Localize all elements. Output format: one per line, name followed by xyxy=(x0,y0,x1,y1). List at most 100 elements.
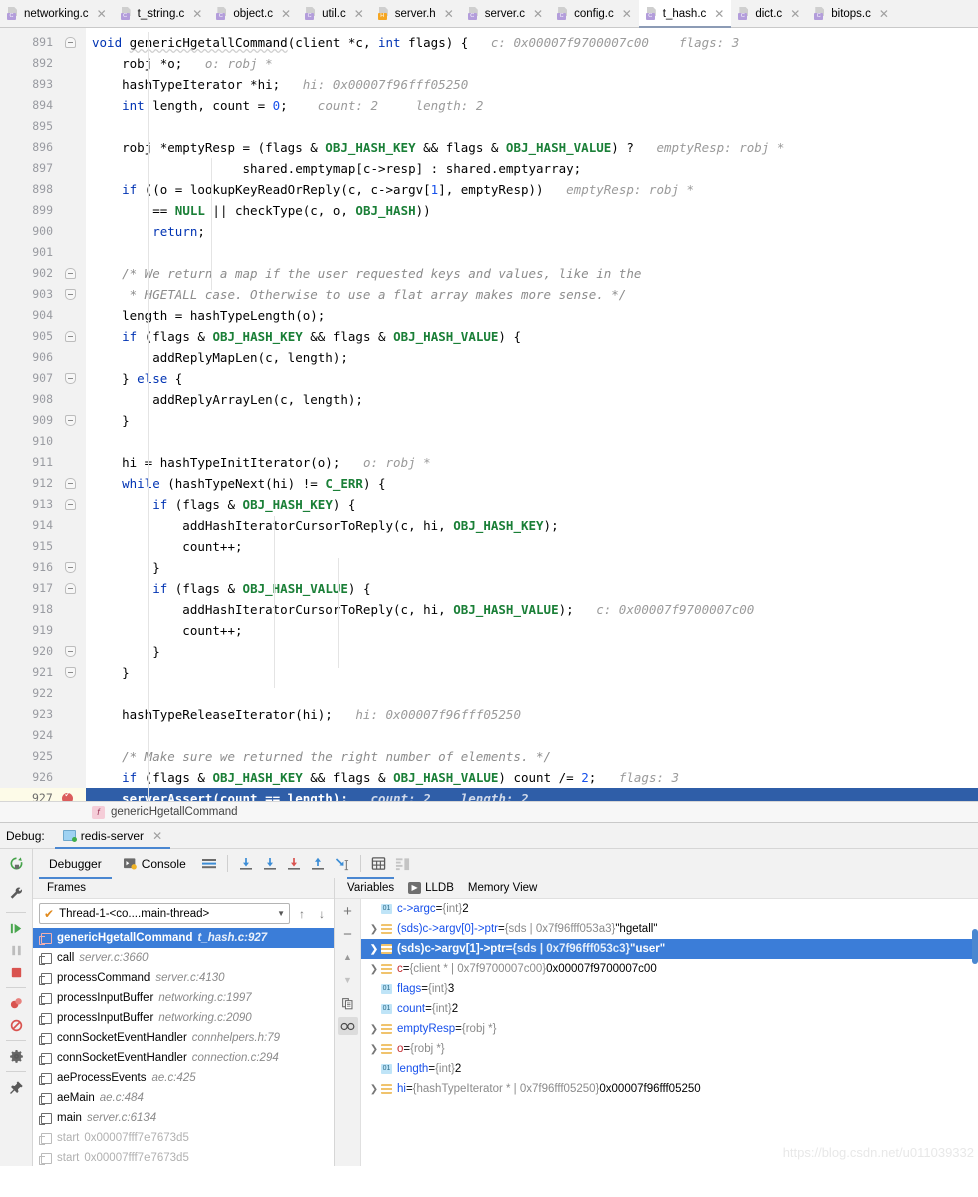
variable-row[interactable]: ❯ c = {client * | 0x7f9700007c00} 0x00007… xyxy=(361,959,978,979)
editor-tab-util-c[interactable]: Cutil.c ✕ xyxy=(298,0,371,27)
code-line[interactable]: /* Make sure we returned the right numbe… xyxy=(86,746,978,767)
frame-up-button[interactable]: ↑ xyxy=(294,905,310,923)
run-to-cursor-icon[interactable] xyxy=(331,853,353,875)
settings-gear-icon[interactable] xyxy=(5,1045,27,1067)
fold-region[interactable] xyxy=(60,704,86,725)
line-number[interactable]: 924 xyxy=(0,725,60,746)
fold-region[interactable] xyxy=(60,74,86,95)
fold-region[interactable] xyxy=(60,578,86,599)
fold-region[interactable] xyxy=(60,305,86,326)
variables-side-toolbar[interactable]: + − ▲ ▼ xyxy=(335,899,361,1166)
mute-breakpoints-icon[interactable] xyxy=(5,1014,27,1036)
fold-region[interactable] xyxy=(60,515,86,536)
show-execution-point-icon[interactable] xyxy=(198,853,220,875)
fold-region[interactable] xyxy=(60,347,86,368)
code-editor[interactable]: 891 892 893 894 895 896 897 898 899 900 901 902 903 9… xyxy=(0,28,978,801)
debug-tab-debugger[interactable]: Debugger xyxy=(39,849,112,879)
editor-tab-server-h[interactable]: Hserver.h ✕ xyxy=(371,0,461,27)
code-line[interactable]: if (flags & OBJ_HASH_VALUE) { xyxy=(86,578,978,599)
fold-region[interactable] xyxy=(60,221,86,242)
line-number[interactable]: 892 xyxy=(0,53,60,74)
line-number[interactable]: 908 xyxy=(0,389,60,410)
code-line[interactable]: addReplyArrayLen(c, length); xyxy=(86,389,978,410)
fold-region[interactable] xyxy=(60,368,86,389)
frame-row[interactable]: start 0x00007fff7e7673d5 xyxy=(33,1128,334,1148)
fold-region[interactable] xyxy=(60,494,86,515)
code-line[interactable] xyxy=(86,725,978,746)
move-up-icon[interactable]: ▲ xyxy=(338,948,358,966)
line-number[interactable]: 896 xyxy=(0,137,60,158)
frames-list[interactable]: genericHgetallCommand t_hash.c:927 call ser… xyxy=(33,928,334,1166)
line-number[interactable]: 918 xyxy=(0,599,60,620)
debug-side-toolbar[interactable] xyxy=(0,878,33,1166)
line-number[interactable]: 904 xyxy=(0,305,60,326)
line-number-gutter[interactable]: 891 892 893 894 895 896 897 898 899 900 901 902 903 9… xyxy=(0,28,81,801)
fold-region[interactable] xyxy=(60,263,86,284)
close-icon[interactable]: ✕ xyxy=(879,8,889,20)
editor-tab-networking-c[interactable]: Cnetworking.c ✕ xyxy=(0,0,114,27)
variables-tab-memory-view[interactable]: Memory View xyxy=(468,878,537,899)
line-number[interactable]: 905 xyxy=(0,326,60,347)
breakpoint-marker[interactable] xyxy=(60,788,86,801)
pin-tab-icon[interactable] xyxy=(5,1076,27,1098)
close-icon[interactable]: ✕ xyxy=(790,8,800,20)
code-line[interactable] xyxy=(86,431,978,452)
line-number[interactable]: 920 xyxy=(0,641,60,662)
fold-region[interactable] xyxy=(60,725,86,746)
close-icon[interactable]: ✕ xyxy=(622,8,632,20)
code-line[interactable]: robj *o; o: robj * xyxy=(86,53,978,74)
line-number[interactable]: 923 xyxy=(0,704,60,725)
line-number[interactable]: 913 xyxy=(0,494,60,515)
code-line[interactable]: int length, count = 0; count: 2 length: … xyxy=(86,95,978,116)
copy-value-icon[interactable] xyxy=(338,994,358,1012)
editor-tab-bitops-c[interactable]: Cbitops.c ✕ xyxy=(807,0,896,27)
fold-region[interactable] xyxy=(60,557,86,578)
fold-toggle-icon[interactable] xyxy=(65,415,76,426)
variables-tab-bar[interactable]: Variables ▶ LLDB Memory View xyxy=(335,876,978,899)
close-icon[interactable]: ✕ xyxy=(192,8,202,20)
fold-region[interactable] xyxy=(60,620,86,641)
fold-region[interactable] xyxy=(60,32,86,53)
fold-toggle-icon[interactable] xyxy=(65,373,76,384)
code-line[interactable]: serverAssert(count == length); count: 2 … xyxy=(86,788,978,801)
settings-wrench-icon[interactable] xyxy=(5,882,27,904)
variables-list[interactable]: 01 c->argc = {int} 2 ❯ (sds)c->argv[0]->ptr… xyxy=(361,899,978,1166)
line-number[interactable]: 895 xyxy=(0,116,60,137)
code-line[interactable]: hashTypeReleaseIterator(hi); hi: 0x00007… xyxy=(86,704,978,725)
fold-region[interactable] xyxy=(60,242,86,263)
variable-row[interactable]: ❯ (sds)c->argv[0]->ptr = {sds | 0x7f96fff… xyxy=(361,919,978,939)
close-icon[interactable]: ✕ xyxy=(444,8,454,20)
debugger-toolbar[interactable]: Debugger Console xyxy=(0,848,978,879)
code-line[interactable]: if (flags & OBJ_HASH_KEY) { xyxy=(86,494,978,515)
evaluate-expression-icon[interactable] xyxy=(368,853,390,875)
frame-row[interactable]: genericHgetallCommand t_hash.c:927 xyxy=(33,928,334,948)
line-number[interactable]: 911 xyxy=(0,452,60,473)
stop-program-icon[interactable] xyxy=(5,961,27,983)
view-breakpoints-icon[interactable] xyxy=(5,992,27,1014)
variable-row[interactable]: 01 c->argc = {int} 2 xyxy=(361,899,978,919)
fold-toggle-icon[interactable] xyxy=(65,478,76,489)
fold-region[interactable] xyxy=(60,389,86,410)
variable-row[interactable]: ❯ (sds)c->argv[1]->ptr = {sds | 0x7f96fff… xyxy=(361,939,978,959)
code-line[interactable] xyxy=(86,242,978,263)
line-number[interactable]: 914 xyxy=(0,515,60,536)
fold-region[interactable] xyxy=(60,410,86,431)
line-number[interactable]: 922 xyxy=(0,683,60,704)
line-number[interactable]: 927→ xyxy=(0,788,81,801)
line-number[interactable]: 925 xyxy=(0,746,60,767)
code-line[interactable]: hashTypeIterator *hi; hi: 0x00007f96fff0… xyxy=(86,74,978,95)
code-line[interactable]: } else { xyxy=(86,368,978,389)
line-number[interactable]: 910 xyxy=(0,431,60,452)
code-line[interactable] xyxy=(86,116,978,137)
chevron-down-icon[interactable]: ▼ xyxy=(277,909,285,918)
fold-region[interactable] xyxy=(60,200,86,221)
fold-toggle-icon[interactable] xyxy=(65,331,76,342)
line-number[interactable]: 907 xyxy=(0,368,60,389)
frames-tab[interactable]: Frames xyxy=(43,876,90,899)
code-line[interactable] xyxy=(86,683,978,704)
variables-tab-variables[interactable]: Variables xyxy=(347,876,395,899)
code-line[interactable]: == NULL || checkType(c, o, OBJ_HASH)) xyxy=(86,200,978,221)
close-icon[interactable]: ✕ xyxy=(281,8,291,20)
line-number[interactable]: 916 xyxy=(0,557,60,578)
layout-settings-icon[interactable] xyxy=(392,853,414,875)
